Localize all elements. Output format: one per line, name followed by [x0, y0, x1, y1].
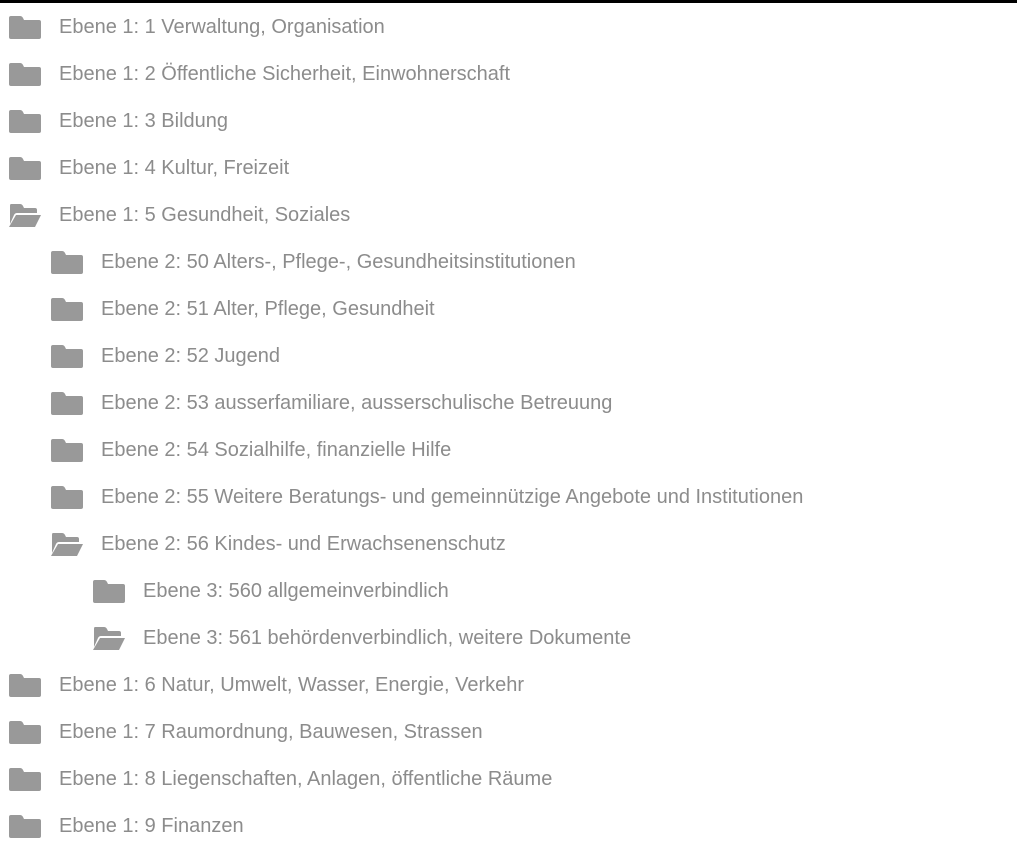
tree-node-ebene1-7[interactable]: Ebene 1: 7 Raumordnung, Bauwesen, Strass…	[0, 708, 1017, 755]
folder-icon	[8, 672, 42, 698]
folder-icon	[8, 719, 42, 745]
folder-icon	[92, 578, 126, 604]
tree-node-label: Ebene 1: 6 Natur, Umwelt, Wasser, Energi…	[59, 673, 525, 696]
tree-node-label: Ebene 1: 2 Öffentliche Sicherheit, Einwo…	[59, 62, 511, 85]
tree-node-ebene1-4[interactable]: Ebene 1: 4 Kultur, Freizeit	[0, 144, 1017, 191]
folder-icon	[8, 766, 42, 792]
folder-open-icon	[8, 202, 42, 228]
tree-node-label: Ebene 1: 4 Kultur, Freizeit	[59, 156, 290, 179]
folder-icon	[50, 296, 84, 322]
folder-icon	[50, 249, 84, 275]
tree-node-ebene2-56[interactable]: Ebene 2: 56 Kindes- und Erwachsenenschut…	[0, 520, 1017, 567]
folder-icon	[8, 61, 42, 87]
tree-node-ebene1-5[interactable]: Ebene 1: 5 Gesundheit, Soziales	[0, 191, 1017, 238]
tree-node-ebene3-560[interactable]: Ebene 3: 560 allgemeinverbindlich	[0, 567, 1017, 614]
folder-icon	[8, 155, 42, 181]
tree-node-ebene1-6[interactable]: Ebene 1: 6 Natur, Umwelt, Wasser, Energi…	[0, 661, 1017, 708]
tree-node-label: Ebene 2: 54 Sozialhilfe, finanzielle Hil…	[101, 438, 452, 461]
folder-open-icon	[50, 531, 84, 557]
folder-icon	[50, 343, 84, 369]
tree-node-ebene3-561[interactable]: Ebene 3: 561 behördenverbindlich, weiter…	[0, 614, 1017, 661]
tree-node-ebene2-50[interactable]: Ebene 2: 50 Alters-, Pflege-, Gesundheit…	[0, 238, 1017, 285]
folder-tree: Ebene 1: 1 Verwaltung, Organisation Eben…	[0, 3, 1017, 849]
tree-node-label: Ebene 1: 9 Finanzen	[59, 814, 244, 837]
tree-node-ebene2-54[interactable]: Ebene 2: 54 Sozialhilfe, finanzielle Hil…	[0, 426, 1017, 473]
tree-node-label: Ebene 2: 52 Jugend	[101, 344, 281, 367]
tree-node-label: Ebene 1: 7 Raumordnung, Bauwesen, Strass…	[59, 720, 483, 743]
folder-icon	[8, 813, 42, 839]
tree-node-label: Ebene 3: 561 behördenverbindlich, weiter…	[143, 626, 632, 649]
folder-icon	[8, 14, 42, 40]
tree-node-label: Ebene 1: 5 Gesundheit, Soziales	[59, 203, 351, 226]
tree-node-ebene2-55[interactable]: Ebene 2: 55 Weitere Beratungs- und gemei…	[0, 473, 1017, 520]
folder-icon	[8, 108, 42, 134]
tree-node-label: Ebene 2: 53 ausserfamiliare, ausserschul…	[101, 391, 613, 414]
tree-node-label: Ebene 3: 560 allgemeinverbindlich	[143, 579, 449, 602]
folder-icon	[50, 484, 84, 510]
folder-icon	[50, 437, 84, 463]
tree-node-label: Ebene 1: 1 Verwaltung, Organisation	[59, 15, 385, 38]
tree-node-label: Ebene 1: 8 Liegenschaften, Anlagen, öffe…	[59, 767, 553, 790]
tree-node-ebene1-9[interactable]: Ebene 1: 9 Finanzen	[0, 802, 1017, 849]
folder-icon	[50, 390, 84, 416]
folder-open-icon	[92, 625, 126, 651]
tree-node-label: Ebene 2: 55 Weitere Beratungs- und gemei…	[101, 485, 804, 508]
tree-node-ebene1-8[interactable]: Ebene 1: 8 Liegenschaften, Anlagen, öffe…	[0, 755, 1017, 802]
tree-node-label: Ebene 2: 56 Kindes- und Erwachsenenschut…	[101, 532, 506, 555]
tree-node-ebene2-51[interactable]: Ebene 2: 51 Alter, Pflege, Gesundheit	[0, 285, 1017, 332]
tree-node-label: Ebene 2: 50 Alters-, Pflege-, Gesundheit…	[101, 250, 576, 273]
tree-node-ebene1-1[interactable]: Ebene 1: 1 Verwaltung, Organisation	[0, 3, 1017, 50]
tree-node-ebene1-2[interactable]: Ebene 1: 2 Öffentliche Sicherheit, Einwo…	[0, 50, 1017, 97]
tree-node-ebene2-52[interactable]: Ebene 2: 52 Jugend	[0, 332, 1017, 379]
tree-node-label: Ebene 2: 51 Alter, Pflege, Gesundheit	[101, 297, 435, 320]
tree-node-ebene2-53[interactable]: Ebene 2: 53 ausserfamiliare, ausserschul…	[0, 379, 1017, 426]
tree-node-label: Ebene 1: 3 Bildung	[59, 109, 229, 132]
tree-node-ebene1-3[interactable]: Ebene 1: 3 Bildung	[0, 97, 1017, 144]
